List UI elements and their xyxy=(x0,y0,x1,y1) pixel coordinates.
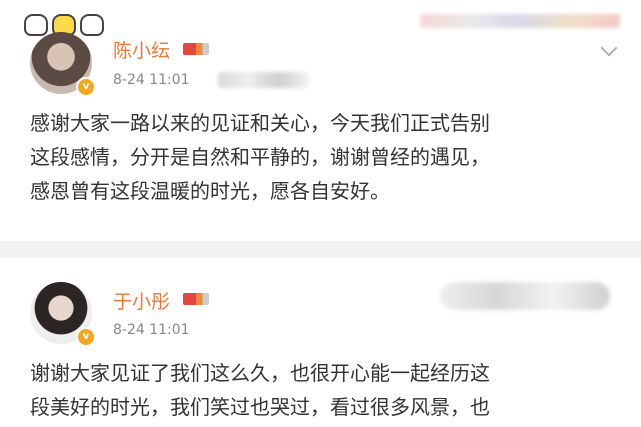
post-time: 8-24 11:01 xyxy=(113,322,190,338)
user-rank-badge-icon xyxy=(183,43,209,55)
verified-badge-icon: v xyxy=(76,327,96,347)
weibo-post-1: v 陈小纭 8-24 11:01 感谢大家一路以来的见证和关心，今天我们正式告别… xyxy=(0,0,641,241)
chevron-down-icon[interactable] xyxy=(600,39,618,57)
post-time: 8-24 11:01 xyxy=(113,72,190,88)
user-rank-badge-icon xyxy=(183,293,209,305)
username[interactable]: 陈小纭 xyxy=(113,36,170,63)
username[interactable]: 于小彤 xyxy=(113,287,170,314)
post-content: 感谢大家一路以来的见证和关心，今天我们正式告别 这段感情，分开是自然和平静的，谢… xyxy=(30,111,490,203)
weibo-post-2: v 于小彤 8-24 11:01 谢谢大家见证了我们这么久，也很开心能一起经历这… xyxy=(0,258,641,427)
blurred-header-region xyxy=(420,14,620,28)
post-content: 谢谢大家见证了我们这么久，也很开心能一起经历这 段美好的时光，我们笑过也哭过，看… xyxy=(30,361,490,419)
verified-badge-icon: v xyxy=(76,77,96,97)
blurred-source-text xyxy=(218,72,308,88)
blurred-follow-button[interactable] xyxy=(440,282,610,310)
